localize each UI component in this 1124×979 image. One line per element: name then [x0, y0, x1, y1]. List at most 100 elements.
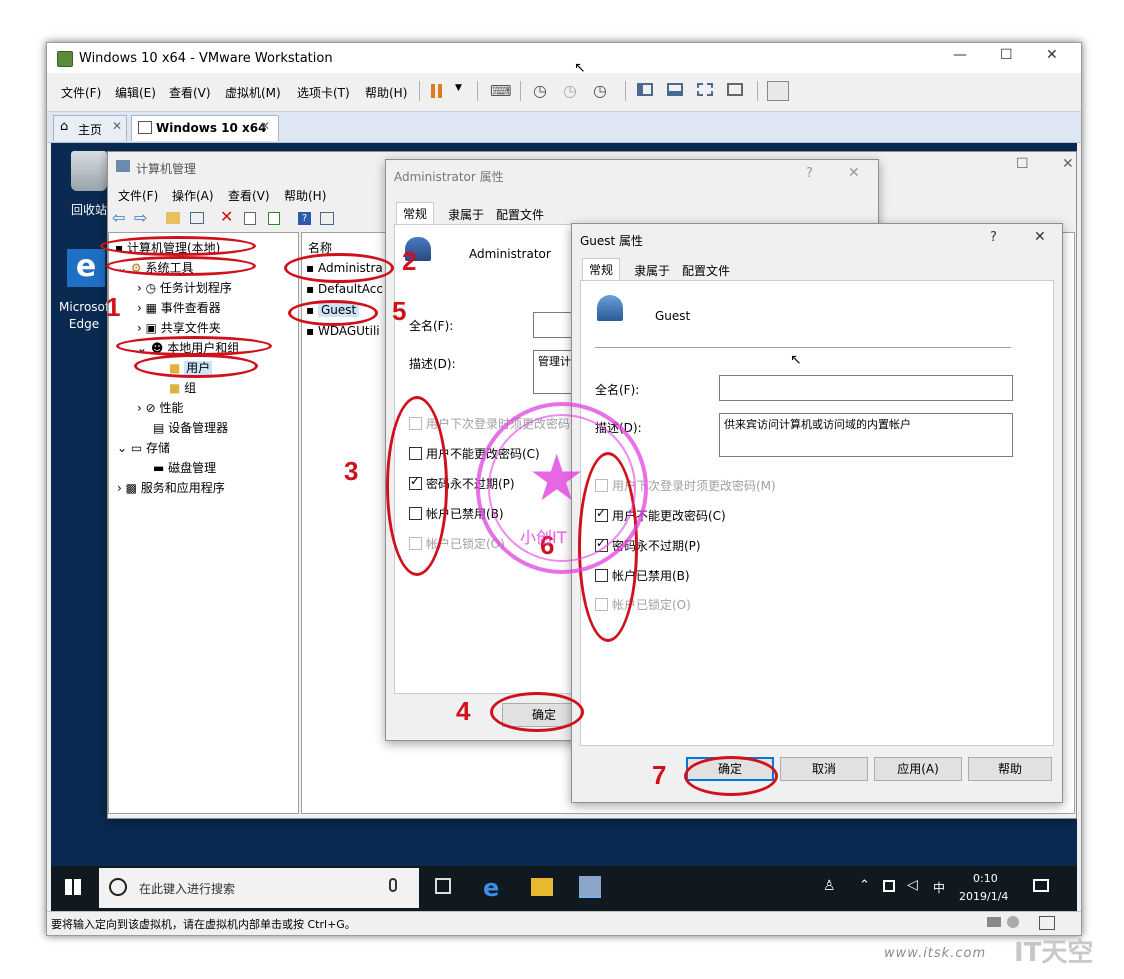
close-icon[interactable]: ✕ — [1062, 156, 1074, 172]
properties-icon[interactable] — [244, 212, 256, 225]
view-icon[interactable] — [320, 212, 334, 225]
tree-node[interactable]: › ▦ 事件查看器 — [137, 299, 221, 316]
guest-tab-general[interactable]: 常规 — [582, 258, 621, 280]
close-icon[interactable]: ✕ — [848, 165, 860, 181]
clock-date[interactable]: 2019/1/4 — [959, 890, 1008, 903]
list-item[interactable]: ▪ DefaultAcc — [306, 282, 383, 296]
notification-icon[interactable] — [1033, 879, 1049, 892]
clock-time[interactable]: 0:10 — [973, 872, 998, 885]
microphone-icon[interactable] — [389, 878, 397, 892]
guest-fullname-field[interactable] — [719, 375, 1013, 401]
cm-menu-file[interactable]: 文件(F) — [118, 187, 158, 204]
up-folder-icon[interactable] — [166, 212, 180, 224]
cortana-icon — [109, 878, 127, 896]
help-icon[interactable]: ? — [806, 166, 813, 181]
vmware-menubar: 文件(F) 编辑(E) 查看(V) 虚拟机(M) 选项卡(T) 帮助(H) ▼ … — [47, 75, 1081, 107]
close-icon[interactable]: ✕ — [1034, 229, 1046, 245]
guest-tab-memberof[interactable]: 隶属于 — [634, 262, 670, 279]
show-hide-tree-icon[interactable] — [190, 212, 204, 224]
admin-tab-general[interactable]: 常规 — [396, 202, 435, 224]
edge-icon[interactable]: e — [67, 249, 105, 287]
close-icon[interactable]: ✕ — [1046, 47, 1058, 63]
guest-apply-button[interactable]: 应用(A) — [874, 757, 962, 781]
console-view-icon[interactable] — [767, 81, 789, 101]
delete-icon[interactable]: ✕ — [220, 207, 233, 226]
menu-vm[interactable]: 虚拟机(M) — [225, 84, 281, 101]
cm-menu-view[interactable]: 查看(V) — [228, 187, 270, 204]
windows-start-icon[interactable] — [65, 879, 81, 895]
tree-node[interactable]: › ▣ 共享文件夹 — [137, 319, 221, 336]
ime-indicator[interactable]: 中 — [933, 879, 945, 896]
maximize-icon[interactable]: ☐ — [1016, 156, 1029, 172]
task-view-icon[interactable] — [435, 878, 451, 894]
tab-home[interactable]: ⌂ 主页 ✕ — [53, 115, 127, 141]
toolbar-separator — [477, 81, 478, 101]
tab-home-label: 主页 — [78, 123, 103, 137]
guest-tab-profile[interactable]: 配置文件 — [682, 262, 730, 279]
admin-fullname-label: 全名(F): — [409, 319, 454, 333]
admin-tab-memberof[interactable]: 隶属于 — [448, 206, 484, 223]
toolbar-separator — [419, 81, 420, 101]
tree-node[interactable]: › ◷ 任务计划程序 — [137, 279, 232, 296]
toolbar-separator — [757, 81, 758, 101]
tab-windows10[interactable]: Windows 10 x64 ✕ — [131, 115, 279, 141]
watermark-logo: IT天空 — [1014, 938, 1094, 968]
refresh-icon[interactable] — [268, 212, 280, 225]
tree-node[interactable]: ⌄ ▭ 存储 — [117, 439, 170, 456]
help-icon[interactable]: ? — [990, 230, 997, 245]
menu-file[interactable]: 文件(F) — [61, 84, 101, 101]
pause-icon[interactable] — [431, 84, 435, 98]
tree-node[interactable]: ▬ 磁盘管理 — [153, 459, 216, 476]
maximize-icon[interactable]: ☐ — [1000, 47, 1013, 63]
chevron-down-icon[interactable]: ▼ — [455, 83, 462, 93]
chevron-up-icon[interactable]: ⌃ — [859, 878, 870, 893]
tree-node[interactable]: › ▩ 服务和应用程序 — [117, 479, 225, 496]
cm-menu-action[interactable]: 操作(A) — [172, 187, 214, 204]
snapshot-manager-icon[interactable]: ◷ — [593, 81, 607, 100]
fullscreen-icon[interactable] — [697, 83, 713, 96]
minimize-icon[interactable]: — — [953, 47, 967, 63]
sidebar-toggle-icon[interactable] — [637, 83, 653, 96]
vmware-app-icon — [57, 51, 73, 67]
people-icon[interactable]: ♙ — [823, 878, 836, 894]
network-icon[interactable] — [883, 880, 895, 892]
menu-view[interactable]: 查看(V) — [169, 84, 211, 101]
back-icon[interactable]: ⇦ — [112, 208, 125, 227]
export-icon[interactable]: ? — [298, 212, 311, 225]
admin-tab-profile[interactable]: 配置文件 — [496, 206, 544, 223]
revert-snapshot-icon[interactable]: ◷ — [563, 81, 577, 100]
taskbar-search[interactable]: 在此键入进行搜索 — [99, 868, 419, 908]
guest-properties-dialog: Guest 属性 ? ✕ 常规 隶属于 配置文件 Guest 全名(F): 描述… — [571, 223, 1063, 803]
guest-general-panel: Guest 全名(F): 描述(D): 供来宾访问计算机或访问域的内置帐户 用户… — [580, 280, 1054, 746]
guest-help-button[interactable]: 帮助 — [968, 757, 1052, 781]
annotation-ellipse — [684, 756, 778, 796]
compmgmt-icon — [116, 160, 130, 172]
menu-help[interactable]: 帮助(H) — [365, 84, 407, 101]
unity-icon[interactable] — [727, 83, 743, 96]
thumbnail-bar-icon[interactable] — [667, 83, 683, 96]
tree-node[interactable]: ■ 组 — [169, 379, 196, 396]
menu-edit[interactable]: 编辑(E) — [115, 84, 156, 101]
snapshot-icon[interactable]: ◷ — [533, 81, 547, 100]
guest-desc-field[interactable]: 供来宾访问计算机或访问域的内置帐户 — [719, 413, 1013, 457]
menu-tabs[interactable]: 选项卡(T) — [297, 84, 350, 101]
recycle-bin-icon[interactable] — [71, 151, 107, 191]
close-icon[interactable]: ✕ — [112, 119, 122, 133]
edge-taskbar-icon[interactable]: e — [483, 874, 499, 902]
cm-menu-help[interactable]: 帮助(H) — [284, 187, 326, 204]
guest-cancel-button[interactable]: 取消 — [780, 757, 868, 781]
send-keys-icon[interactable]: ⌨ — [490, 82, 512, 100]
annotation-number: 4 — [456, 696, 471, 726]
close-icon[interactable]: ✕ — [260, 119, 270, 133]
volume-muted-icon[interactable]: ◁ — [907, 877, 918, 893]
forward-icon[interactable]: ⇨ — [134, 208, 147, 227]
cdrom-icon — [1007, 916, 1019, 928]
list-item[interactable]: ▪ WDAGUtili — [306, 324, 380, 338]
admin-username: Administrator — [469, 247, 551, 261]
message-icon[interactable] — [1039, 916, 1055, 930]
annotation-number: 7 — [652, 760, 667, 790]
tree-node[interactable]: ▤ 设备管理器 — [153, 419, 228, 436]
file-explorer-icon[interactable] — [531, 878, 553, 896]
tree-node[interactable]: › ⊘ 性能 — [137, 399, 184, 416]
compmgmt-taskbar-icon[interactable] — [579, 876, 601, 898]
